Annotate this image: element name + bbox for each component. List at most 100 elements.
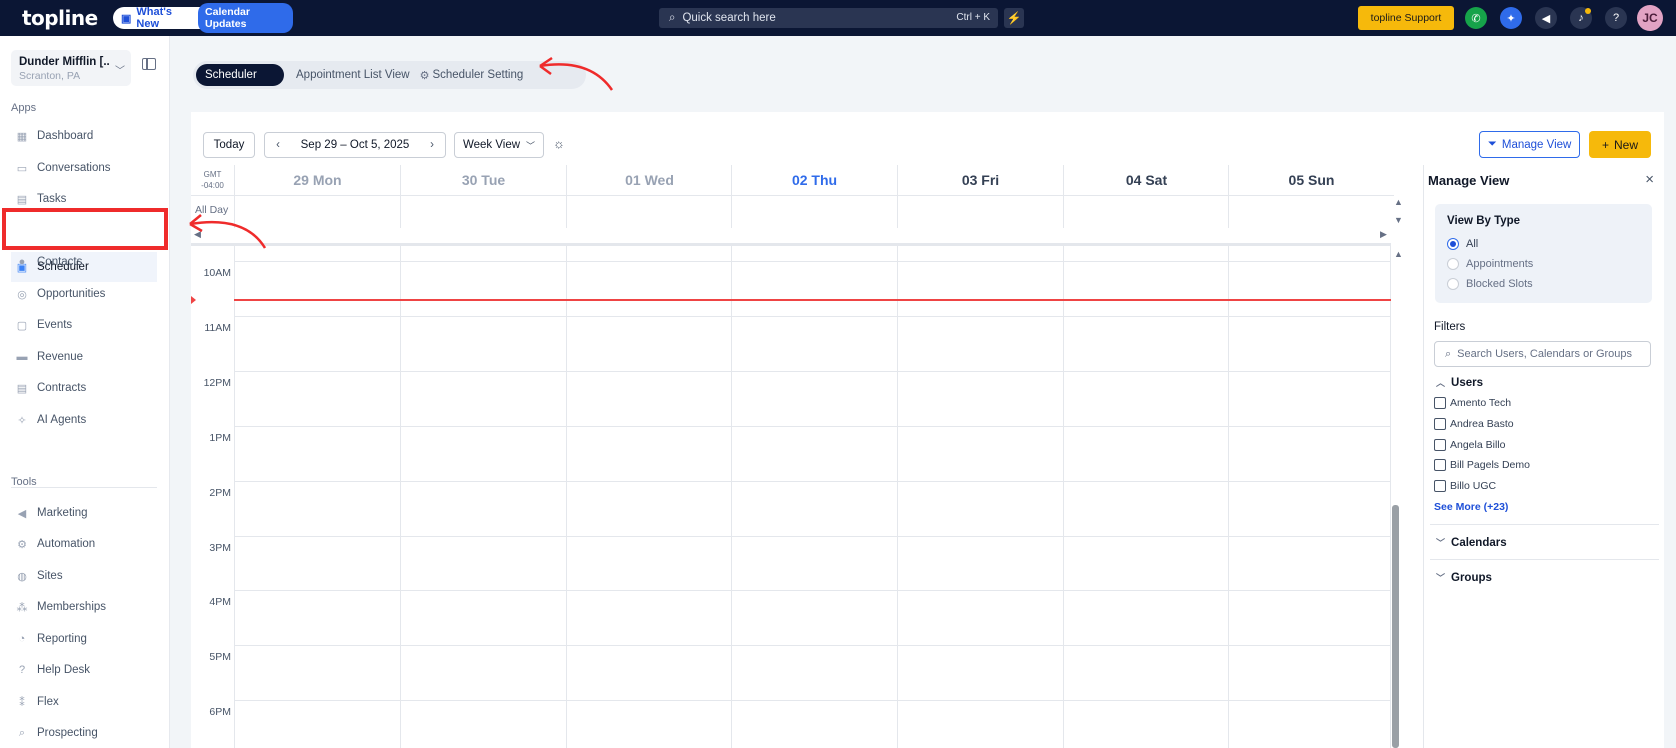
day-header[interactable]: 30 Tue xyxy=(400,165,566,196)
lightbulb-icon[interactable]: ☼ xyxy=(553,136,569,152)
apps-section-label: Apps xyxy=(11,102,37,114)
sidebar-item-label: Help Desk xyxy=(37,664,91,676)
day-header[interactable]: 05 Sun xyxy=(1228,165,1394,196)
sidebar-item-contacts[interactable]: ● Contacts xyxy=(11,247,157,277)
checkbox[interactable] xyxy=(1434,459,1446,471)
user-checkbox-row[interactable]: Angela Billo xyxy=(1434,437,1505,453)
filters-search-placeholder: Search Users, Calendars or Groups xyxy=(1457,348,1633,360)
grid-line xyxy=(1390,246,1391,748)
sidebar-item-contracts[interactable]: ▤ Contracts xyxy=(11,373,157,403)
day-header-today[interactable]: 02 Thu xyxy=(731,165,897,196)
grid-line xyxy=(1228,246,1229,748)
scroll-down-icon[interactable]: ▼ xyxy=(1394,215,1403,225)
date-range-navigator: ‹ Sep 29 – Oct 5, 2025 › xyxy=(264,132,446,158)
groups-group-toggle[interactable]: ﹀ Groups xyxy=(1436,571,1492,584)
view-select[interactable]: Week View ﹀ xyxy=(454,132,544,158)
quick-search-input[interactable]: ⌕ Quick search here Ctrl + K xyxy=(659,8,998,28)
hour-line xyxy=(234,371,1391,372)
grid-line xyxy=(566,246,567,748)
view-by-type-box: View By Type All Appointments Blocked Sl… xyxy=(1435,204,1652,303)
radio-label: Blocked Slots xyxy=(1466,278,1533,290)
radio-appointments[interactable]: Appointments xyxy=(1447,254,1640,274)
user-checkbox-row[interactable]: Amento Tech xyxy=(1434,395,1511,411)
filters-search-input[interactable]: ⌕ Search Users, Calendars or Groups xyxy=(1434,341,1651,367)
support-button[interactable]: topline Support xyxy=(1358,6,1454,30)
scroll-left-icon[interactable]: ◀ xyxy=(194,229,201,240)
brand-logo[interactable]: topline xyxy=(22,6,98,30)
sidebar-item-opportunities[interactable]: ◎ Opportunities xyxy=(11,279,157,309)
chevron-down-icon: ﹀ xyxy=(1436,573,1446,583)
radio-all[interactable]: All xyxy=(1447,234,1640,254)
checkbox[interactable] xyxy=(1434,397,1446,409)
phone-icon[interactable]: ✆ xyxy=(1465,7,1487,29)
user-name: Billo UGC xyxy=(1450,480,1497,492)
sidebar-item-conversations[interactable]: ▭ Conversations xyxy=(11,153,157,183)
scroll-up-icon[interactable]: ▲ xyxy=(1394,249,1403,259)
sidebar-item-revenue[interactable]: ▬ Revenue xyxy=(11,342,157,372)
day-header[interactable]: 04 Sat xyxy=(1063,165,1229,196)
users-label: Users xyxy=(1451,376,1483,389)
radio-button[interactable] xyxy=(1447,278,1459,290)
sidebar-collapse-icon[interactable] xyxy=(142,58,156,70)
sidebar-item-flex[interactable]: ⁑ Flex xyxy=(11,687,157,717)
location-switcher[interactable]: Dunder Mifflin [... Scranton, PA ﹀ xyxy=(11,50,131,86)
close-icon[interactable]: × xyxy=(1645,171,1654,188)
checkbox[interactable] xyxy=(1434,480,1446,492)
calendar-updates-badge[interactable]: Calendar Updates xyxy=(198,3,293,33)
tab-appointment-list[interactable]: Appointment List View xyxy=(296,69,410,81)
scroll-up-icon[interactable]: ▲ xyxy=(1394,197,1403,207)
calendars-label: Calendars xyxy=(1451,536,1507,549)
radio-blocked-slots[interactable]: Blocked Slots xyxy=(1447,274,1640,294)
sidebar-item-automation[interactable]: ⚙ Automation xyxy=(11,529,157,559)
day-header[interactable]: 01 Wed xyxy=(566,165,732,196)
sidebar-item-marketing[interactable]: ◀ Marketing xyxy=(11,498,157,528)
grid-line xyxy=(1063,196,1064,228)
help-icon[interactable]: ? xyxy=(1605,7,1627,29)
help-icon: ? xyxy=(18,664,26,676)
grid-line xyxy=(400,196,401,228)
day-header[interactable]: 29 Mon xyxy=(234,165,400,196)
task-icon: ▤ xyxy=(16,193,28,206)
sidebar-item-dashboard[interactable]: ▦ Dashboard xyxy=(11,121,157,151)
checkbox[interactable] xyxy=(1434,439,1446,451)
radio-button[interactable] xyxy=(1447,258,1459,270)
sidebar-item-ai-agents[interactable]: ✧ AI Agents xyxy=(11,405,157,435)
user-checkbox-row[interactable]: Bill Pagels Demo xyxy=(1434,457,1530,473)
user-checkbox-row[interactable]: Andrea Basto xyxy=(1434,416,1514,432)
sidebar-item-prospecting[interactable]: ⌕ Prospecting xyxy=(11,718,157,748)
user-avatar[interactable]: JC xyxy=(1637,5,1663,31)
sidebar-item-sites[interactable]: ◍ Sites xyxy=(11,561,157,591)
calendars-group-toggle[interactable]: ﹀ Calendars xyxy=(1436,536,1507,549)
today-button[interactable]: Today xyxy=(203,132,255,158)
sidebar-item-events[interactable]: ▢ Events xyxy=(11,310,157,340)
chevron-down-icon: ﹀ xyxy=(1436,538,1446,548)
chevron-left-icon[interactable]: ‹ xyxy=(265,139,291,151)
quick-action-bolt-icon[interactable]: ⚡ xyxy=(1004,8,1024,28)
location-city: Scranton, PA xyxy=(19,70,81,82)
vertical-scrollbar[interactable] xyxy=(1392,505,1399,748)
groups-label: Groups xyxy=(1451,571,1492,584)
checkbox[interactable] xyxy=(1434,418,1446,430)
user-checkbox-row[interactable]: Billo UGC xyxy=(1434,478,1496,494)
globe-icon: ◍ xyxy=(17,570,27,583)
chevron-right-icon[interactable]: › xyxy=(419,139,445,151)
hour-label: 2PM xyxy=(209,487,231,499)
users-group-toggle[interactable]: ︿ Users xyxy=(1436,376,1483,389)
day-header[interactable]: 03 Fri xyxy=(897,165,1063,196)
hour-label: 11AM xyxy=(204,322,231,334)
sidebar-item-help-desk[interactable]: ? Help Desk xyxy=(11,655,157,685)
sidebar-item-reporting[interactable]: ◔ Reporting xyxy=(11,624,157,654)
whats-new-button[interactable]: ▣ What's New Calendar Updates xyxy=(113,3,293,33)
manage-view-button[interactable]: ⏷ Manage View xyxy=(1479,131,1580,158)
scroll-right-icon[interactable]: ▶ xyxy=(1380,229,1387,240)
megaphone-icon[interactable]: ◀ xyxy=(1535,7,1557,29)
top-bar: topline ▣ What's New Calendar Updates ⌕ … xyxy=(0,0,1676,36)
radio-button[interactable] xyxy=(1447,238,1459,250)
hour-label: 6PM xyxy=(209,706,231,718)
tab-scheduler-setting[interactable]: Scheduler Setting xyxy=(432,69,523,81)
tab-scheduler[interactable]: Scheduler xyxy=(196,64,284,86)
new-button[interactable]: + New xyxy=(1589,131,1651,158)
rocket-icon[interactable]: ✦ xyxy=(1500,7,1522,29)
see-more-link[interactable]: See More (+23) xyxy=(1434,501,1508,513)
sidebar-item-memberships[interactable]: ⁂ Memberships xyxy=(11,592,157,622)
